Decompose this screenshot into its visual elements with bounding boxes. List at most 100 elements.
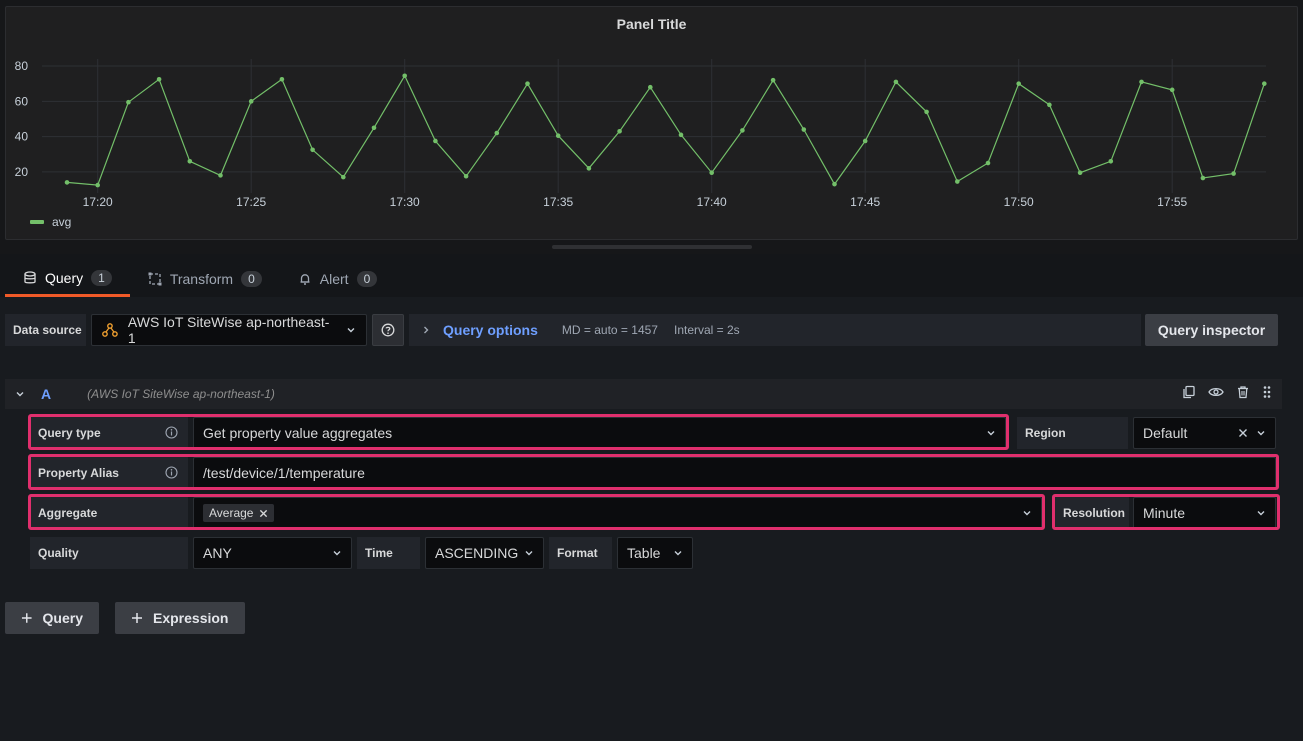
query-datasource-name: (AWS IoT SiteWise ap-northeast-1) xyxy=(87,387,275,401)
query-inspector-button[interactable]: Query inspector xyxy=(1145,314,1278,346)
data-point xyxy=(648,84,653,90)
chart-legend[interactable]: avg xyxy=(30,215,71,229)
data-point xyxy=(1200,175,1206,181)
datasource-help-button[interactable] xyxy=(372,314,404,346)
add-query-button[interactable]: Query xyxy=(5,602,99,634)
y-tick-label: 20 xyxy=(15,165,29,179)
data-point xyxy=(1016,81,1021,86)
format-select[interactable]: Table xyxy=(617,537,693,569)
legend-label-avg[interactable]: avg xyxy=(52,215,71,229)
time-order-select[interactable]: ASCENDING xyxy=(425,537,544,569)
x-tick-label: 17:40 xyxy=(697,195,727,209)
query-row-header[interactable]: A (AWS IoT SiteWise ap-northeast-1) xyxy=(5,379,1282,409)
quality-label: Quality xyxy=(30,537,188,569)
region-select[interactable]: Default xyxy=(1133,417,1276,449)
data-point xyxy=(1169,87,1175,93)
data-point xyxy=(555,133,561,138)
chevron-down-icon[interactable] xyxy=(15,389,25,399)
plus-icon xyxy=(21,613,32,623)
x-tick-label: 17:20 xyxy=(83,195,113,209)
query-ref-id[interactable]: A xyxy=(41,386,51,402)
tab-transform-count: 0 xyxy=(241,271,262,287)
data-point xyxy=(341,174,346,180)
info-icon[interactable] xyxy=(165,466,178,479)
query-options-toggle[interactable]: Query options MD = auto = 1457 Interval … xyxy=(409,314,1141,346)
data-point xyxy=(1108,158,1114,164)
data-point xyxy=(1231,171,1236,176)
query-type-label-text: Query type xyxy=(38,426,101,440)
data-point xyxy=(893,79,899,85)
data-point xyxy=(924,109,929,115)
chevron-down-icon xyxy=(1257,511,1265,516)
eye-icon[interactable] xyxy=(1208,385,1224,399)
query-row-actions xyxy=(1182,385,1272,399)
time-label: Time xyxy=(357,537,420,569)
datasource-picker[interactable]: AWS IoT SiteWise ap-northeast-1 xyxy=(91,314,367,346)
sitewise-logo-icon xyxy=(102,323,118,337)
data-point xyxy=(770,77,776,83)
data-point xyxy=(1077,170,1083,176)
data-point xyxy=(310,147,315,153)
resolution-select[interactable]: Minute xyxy=(1133,497,1276,529)
region-value: Default xyxy=(1143,425,1188,441)
data-point xyxy=(709,170,714,176)
y-tick-label: 40 xyxy=(15,130,29,144)
property-alias-label-text: Property Alias xyxy=(38,466,119,480)
tab-transform[interactable]: Transform 0 xyxy=(130,262,280,296)
tab-alert-count: 0 xyxy=(356,271,378,287)
trash-icon[interactable] xyxy=(1236,385,1250,399)
chevron-down-icon xyxy=(333,551,341,556)
database-icon xyxy=(24,271,36,284)
copy-icon[interactable] xyxy=(1182,385,1196,399)
aggregate-tag-label: Average xyxy=(209,506,254,520)
info-icon[interactable] xyxy=(165,426,178,439)
query-type-label: Query type xyxy=(30,417,188,449)
aggregate-multiselect[interactable]: Average xyxy=(193,497,1042,529)
x-tick-label: 17:55 xyxy=(1157,195,1187,209)
remove-tag-icon[interactable] xyxy=(259,509,268,518)
panel-resize-splitter[interactable] xyxy=(552,245,752,249)
property-alias-label: Property Alias xyxy=(30,457,188,489)
chevron-down-icon xyxy=(1023,511,1031,516)
tab-query[interactable]: Query 1 xyxy=(5,262,130,297)
clear-icon[interactable] xyxy=(1238,428,1248,438)
add-expression-label: Expression xyxy=(153,610,229,626)
query-options-interval: Interval = 2s xyxy=(673,323,740,337)
data-point xyxy=(862,138,868,144)
datasource-row: Data source AWS IoT SiteWise ap-northeas… xyxy=(5,314,1298,348)
query-type-select[interactable]: Get property value aggregates xyxy=(193,417,1006,449)
data-point xyxy=(985,160,991,166)
time-series-chart: 20 40 60 80 17:20 17:25 17:30 17:35 17:40 17:45 17… xyxy=(15,59,1267,209)
data-point xyxy=(832,181,837,187)
time-order-value: ASCENDING xyxy=(435,545,519,561)
tab-transform-label: Transform xyxy=(169,271,234,287)
property-alias-input[interactable]: /test/device/1/temperature xyxy=(193,457,1276,489)
data-point xyxy=(402,73,408,79)
data-point xyxy=(218,173,223,178)
data-point xyxy=(1262,81,1267,86)
series-line-avg xyxy=(66,74,1265,186)
chevron-right-icon xyxy=(424,326,429,334)
tab-query-label: Query xyxy=(45,270,84,286)
x-tick-label: 17:30 xyxy=(390,195,420,209)
data-point xyxy=(248,99,254,104)
datasource-name: AWS IoT SiteWise ap-northeast-1 xyxy=(127,314,330,346)
resolution-label: Resolution xyxy=(1055,497,1129,529)
plus-icon xyxy=(132,613,142,623)
format-value: Table xyxy=(627,545,661,561)
add-expression-button[interactable]: Expression xyxy=(115,602,245,634)
query-tab-content: Data source AWS IoT SiteWise ap-northeas… xyxy=(0,297,1303,741)
x-tick-label: 17:50 xyxy=(1004,195,1034,209)
data-point xyxy=(494,130,500,136)
chevron-down-icon xyxy=(525,551,533,556)
query-editor-area: Query 1 Transform 0 Alert 0 Data source xyxy=(0,254,1303,741)
chevron-down-icon xyxy=(1257,431,1265,436)
tab-alert[interactable]: Alert 0 xyxy=(280,262,395,296)
quality-select[interactable]: ANY xyxy=(193,537,352,569)
drag-handle-icon[interactable] xyxy=(1262,385,1272,399)
legend-swatch-avg xyxy=(30,220,44,224)
data-point xyxy=(156,76,162,82)
datasource-label: Data source xyxy=(5,314,86,346)
data-point xyxy=(433,138,438,144)
graph-panel: Panel Title 20 40 60 80 17:20 17:25 17:30 17:35… xyxy=(5,6,1298,240)
